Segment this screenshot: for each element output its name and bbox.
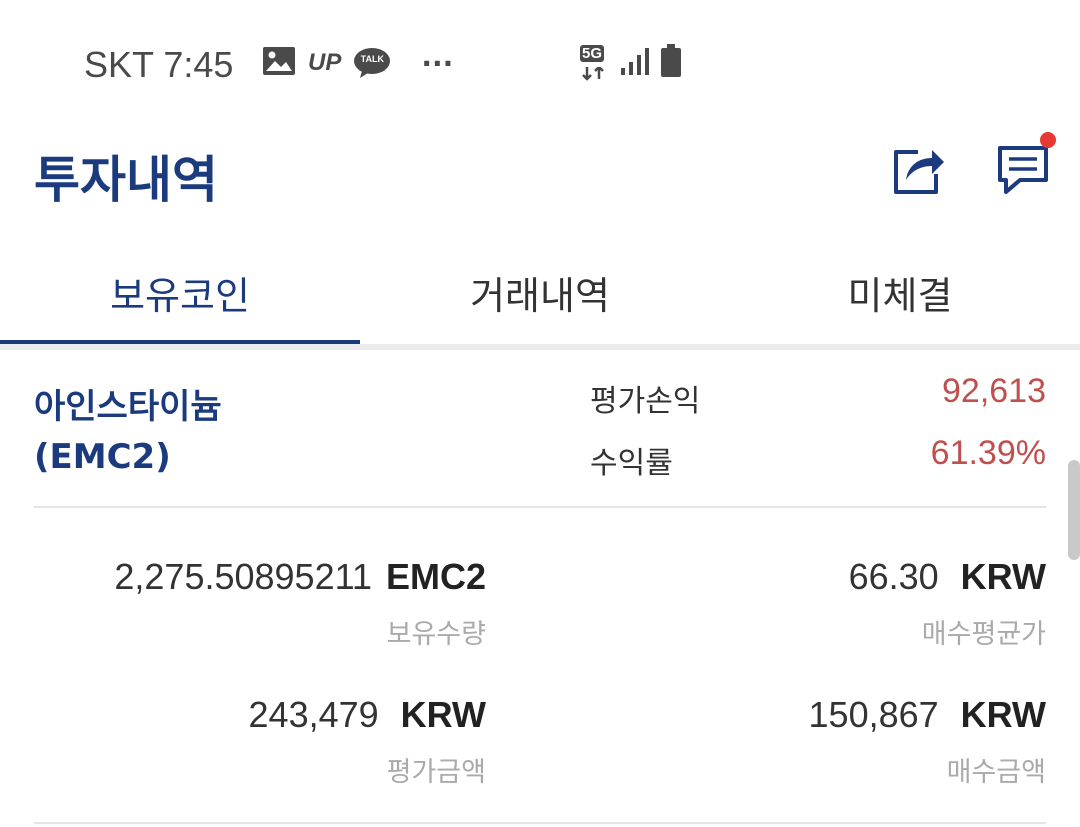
- tab-holdings[interactable]: 보유코인: [0, 240, 360, 344]
- coin-title[interactable]: 아인스타이늄 (EMC2): [34, 382, 222, 482]
- screen: SKT 7:45 UP TALK ··· 5G 투자내역 보유코인 거래내역 미…: [0, 0, 1080, 827]
- average-buy-price-caption: 매수평균가: [921, 619, 1046, 650]
- tab-bar: 보유코인 거래내역 미체결: [0, 240, 1080, 344]
- tabs-divider: [0, 344, 1080, 350]
- scrollbar-thumb[interactable]: [1068, 460, 1080, 560]
- average-buy-price-unit: KRW: [960, 556, 1046, 597]
- return-value: 61.39%: [930, 434, 1046, 472]
- tab-trade-history[interactable]: 거래내역: [360, 240, 720, 344]
- average-buy-price-value: 66.30: [848, 556, 939, 597]
- holding-quantity-value: 2,275.50895211: [114, 556, 372, 597]
- holding-quantity: 2,275.50895211 EMC2 보유수량: [114, 556, 486, 651]
- holding-quantity-caption: 보유수량: [386, 619, 486, 650]
- page-title: 투자내역: [34, 151, 218, 209]
- evaluation-amount-unit: KRW: [400, 694, 486, 735]
- status-bar: SKT 7:45 UP TALK ··· 5G: [0, 0, 1080, 130]
- talk-label: TALK: [360, 54, 384, 64]
- notification-icons: UP TALK ···: [262, 46, 453, 80]
- buy-amount-caption: 매수금액: [946, 757, 1046, 788]
- evaluation-amount: 243,479 KRW 평가금액: [249, 694, 486, 789]
- section-divider: [34, 506, 1046, 508]
- network-5g-icon: 5G: [580, 45, 610, 81]
- gallery-icon: [262, 46, 296, 80]
- up-app-icon: UP: [308, 49, 342, 76]
- bottom-divider: [34, 822, 1046, 824]
- system-icons: 5G: [580, 44, 682, 82]
- holding-quantity-unit: EMC2: [385, 556, 486, 597]
- return-label: 수익률: [590, 446, 673, 481]
- signal-icon: [620, 46, 650, 80]
- buy-amount-value: 150,867: [808, 694, 939, 735]
- eval-pl-value: 92,613: [942, 372, 1046, 410]
- tab-open-orders[interactable]: 미체결: [720, 240, 1080, 344]
- notification-dot: [1040, 132, 1056, 148]
- more-icon: ···: [421, 46, 454, 80]
- carrier-time: SKT 7:45: [84, 44, 234, 85]
- share-button[interactable]: [888, 138, 948, 198]
- battery-icon: [660, 44, 682, 82]
- buy-amount: 150,867 KRW 매수금액: [809, 694, 1046, 789]
- app-header: 투자내역: [0, 130, 1080, 230]
- kakaotalk-icon: TALK: [353, 47, 391, 79]
- evaluation-amount-value: 243,479: [248, 694, 379, 735]
- share-icon: [894, 150, 944, 194]
- chat-button[interactable]: [994, 132, 1056, 198]
- eval-pl-label: 평가손익: [590, 384, 701, 419]
- coin-symbol: (EMC2): [34, 437, 171, 477]
- evaluation-amount-caption: 평가금액: [386, 757, 486, 788]
- network-label: 5G: [580, 45, 605, 62]
- coin-name: 아인스타이늄: [34, 387, 222, 427]
- average-buy-price: 66.30 KRW 매수평균가: [849, 556, 1046, 651]
- buy-amount-unit: KRW: [960, 694, 1046, 735]
